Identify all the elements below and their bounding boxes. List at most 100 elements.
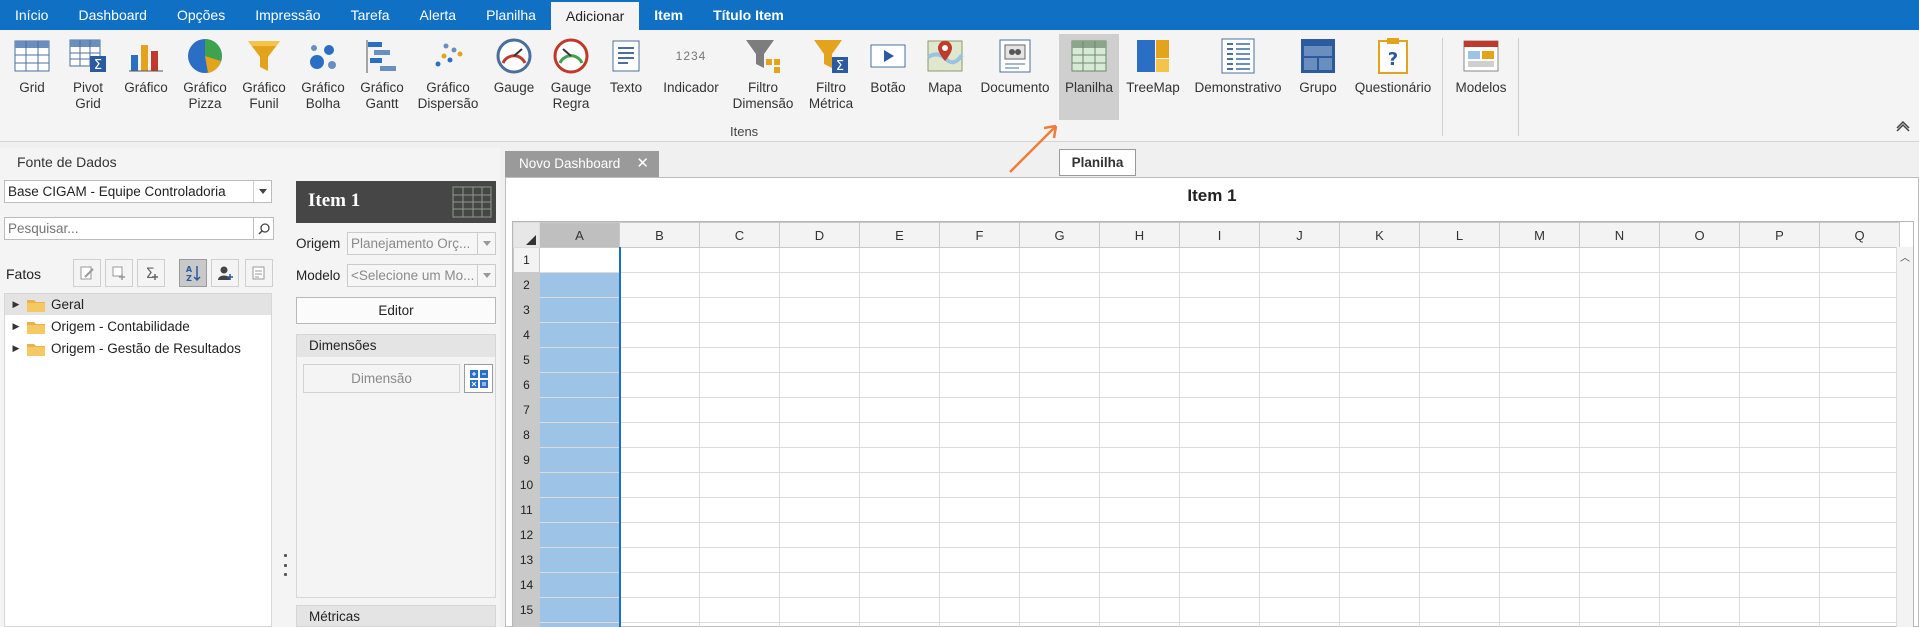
grid-cell[interactable] xyxy=(1339,497,1420,523)
grid-cell[interactable] xyxy=(1739,322,1820,348)
row-header[interactable]: 9 xyxy=(513,447,540,473)
grid-cell[interactable] xyxy=(939,597,1020,623)
grid-cell[interactable] xyxy=(1259,322,1340,348)
grid-cell[interactable] xyxy=(1659,272,1740,298)
grid-cell[interactable] xyxy=(1739,547,1820,573)
grid-cell[interactable] xyxy=(1099,322,1180,348)
add-grafico-pizza-button[interactable]: Gráfico Pizza xyxy=(181,36,229,120)
grid-cell[interactable] xyxy=(1819,347,1900,373)
grid-cell[interactable] xyxy=(619,272,700,298)
grid-cell[interactable] xyxy=(1819,247,1900,273)
tab-titulo-item[interactable]: Título Item xyxy=(698,0,799,30)
grid-cell[interactable] xyxy=(539,472,621,498)
close-icon[interactable]: ✕ xyxy=(636,151,649,177)
grid-cell[interactable] xyxy=(1499,422,1580,448)
grid-cell[interactable] xyxy=(619,322,700,348)
grid-cell[interactable] xyxy=(1499,522,1580,548)
column-header[interactable]: M xyxy=(1499,222,1580,248)
grid-cell[interactable] xyxy=(779,247,860,273)
grid-cell[interactable] xyxy=(859,547,940,573)
grid-cell[interactable] xyxy=(1499,447,1580,473)
grid-cell[interactable] xyxy=(1819,497,1900,523)
grid-cell[interactable] xyxy=(939,572,1020,598)
add-grafico-dispersao-button[interactable]: Gráfico Dispersão xyxy=(416,36,480,120)
add-filtro-metrica-button[interactable]: Σ Filtro Métrica xyxy=(806,36,856,120)
grid-cell[interactable] xyxy=(1819,397,1900,423)
grid-cell[interactable] xyxy=(779,447,860,473)
datasource-select[interactable]: Base CIGAM - Equipe Controladoria xyxy=(4,180,272,203)
spreadsheet-grid[interactable]: ABCDEFGHIJKLMNOPQ 1234567891011121314151… xyxy=(512,221,1914,627)
add-dimension-icon[interactable] xyxy=(464,364,493,393)
grid-cell[interactable] xyxy=(1579,422,1660,448)
properties-icon[interactable] xyxy=(245,259,273,287)
grid-cell[interactable] xyxy=(1499,547,1580,573)
grid-cell[interactable] xyxy=(1019,247,1100,273)
add-indicador-button[interactable]: 1234 Indicador xyxy=(658,36,724,120)
grid-cell[interactable] xyxy=(1739,622,1820,627)
editor-button[interactable]: Editor xyxy=(296,297,496,324)
grid-cell[interactable] xyxy=(1019,597,1100,623)
grid-cell[interactable] xyxy=(1419,572,1500,598)
grid-cell[interactable] xyxy=(1499,322,1580,348)
grid-cell[interactable] xyxy=(1259,447,1340,473)
expand-icon[interactable]: ▶ xyxy=(5,321,27,332)
grid-cell[interactable] xyxy=(539,422,621,448)
row-header[interactable]: 3 xyxy=(513,297,540,323)
grid-cell[interactable] xyxy=(1739,572,1820,598)
grid-cell[interactable] xyxy=(1099,297,1180,323)
grid-cell[interactable] xyxy=(1099,547,1180,573)
grid-cell[interactable] xyxy=(859,522,940,548)
grid-cell[interactable] xyxy=(699,572,780,598)
grid-cell[interactable] xyxy=(939,347,1020,373)
grid-cell[interactable] xyxy=(1339,297,1420,323)
row-header[interactable]: 11 xyxy=(513,497,540,523)
grid-cell[interactable] xyxy=(779,597,860,623)
add-pivot-grid-button[interactable]: Σ Pivot Grid xyxy=(66,36,110,120)
chevron-up-icon[interactable]: ︿ xyxy=(1897,249,1913,264)
grid-cell[interactable] xyxy=(1419,472,1500,498)
grid-cell[interactable] xyxy=(1659,447,1740,473)
grid-cell[interactable] xyxy=(1099,372,1180,398)
column-header[interactable]: H xyxy=(1099,222,1180,248)
grid-cell[interactable] xyxy=(699,372,780,398)
grid-cell[interactable] xyxy=(1019,547,1100,573)
grid-cell[interactable] xyxy=(1579,347,1660,373)
grid-cell[interactable] xyxy=(1179,247,1260,273)
column-header[interactable]: G xyxy=(1019,222,1100,248)
grid-cell[interactable] xyxy=(859,247,940,273)
add-grafico-funil-button[interactable]: Gráfico Funil xyxy=(240,36,288,120)
column-header[interactable]: I xyxy=(1179,222,1260,248)
add-filtro-dimensao-button[interactable]: Filtro Dimensão xyxy=(731,36,795,120)
grid-cell[interactable] xyxy=(699,422,780,448)
grid-cell[interactable] xyxy=(1019,447,1100,473)
grid-cell[interactable] xyxy=(619,297,700,323)
grid-cell[interactable] xyxy=(619,522,700,548)
grid-cell[interactable] xyxy=(859,297,940,323)
grid-cell[interactable] xyxy=(619,447,700,473)
tab-opcoes[interactable]: Opções xyxy=(162,0,240,30)
grid-cell[interactable] xyxy=(1819,447,1900,473)
grid-cell[interactable] xyxy=(1819,272,1900,298)
grid-cell[interactable] xyxy=(1259,597,1340,623)
grid-cell[interactable] xyxy=(1579,322,1660,348)
grid-cell[interactable] xyxy=(1339,547,1420,573)
add-documento-button[interactable]: Documento xyxy=(978,36,1052,120)
grid-cell[interactable] xyxy=(699,472,780,498)
grid-cell[interactable] xyxy=(699,547,780,573)
grid-cell[interactable] xyxy=(1179,497,1260,523)
grid-cell[interactable] xyxy=(1339,247,1420,273)
grid-cell[interactable] xyxy=(1179,597,1260,623)
grid-cell[interactable] xyxy=(1179,272,1260,298)
grid-cell[interactable] xyxy=(539,447,621,473)
grid-cell[interactable] xyxy=(1659,322,1740,348)
grid-cell[interactable] xyxy=(1259,497,1340,523)
grid-cell[interactable] xyxy=(1739,497,1820,523)
grid-cell[interactable] xyxy=(1019,322,1100,348)
grid-cell[interactable] xyxy=(539,622,621,627)
grid-cell[interactable] xyxy=(539,397,621,423)
add-modelos-button[interactable]: Modelos xyxy=(1452,36,1510,120)
grid-cell[interactable] xyxy=(699,322,780,348)
grid-cell[interactable] xyxy=(1499,297,1580,323)
grid-cell[interactable] xyxy=(1019,397,1100,423)
grid-cell[interactable] xyxy=(539,547,621,573)
